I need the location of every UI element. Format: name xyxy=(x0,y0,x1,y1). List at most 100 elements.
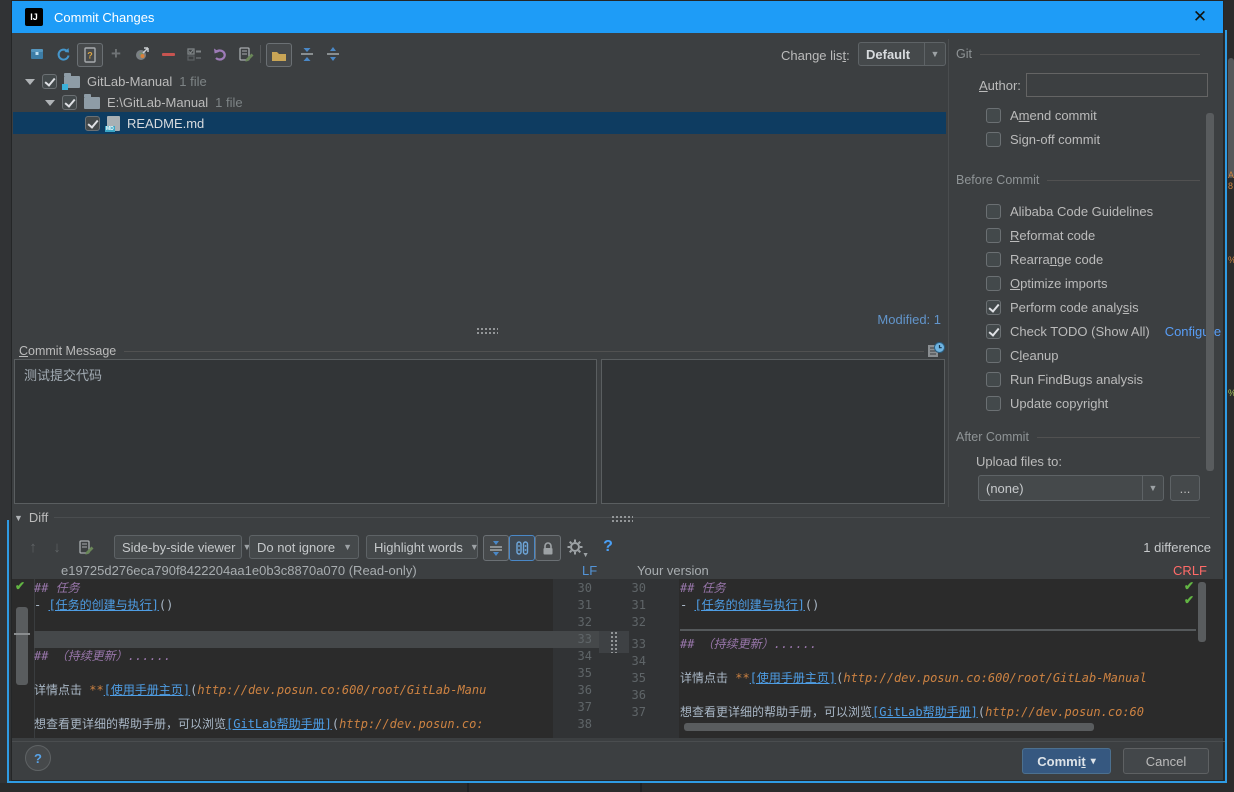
after-commit-section-header: After Commit xyxy=(956,430,1200,444)
background-code-fleck: A8 xyxy=(1228,170,1234,192)
commit-message-header: Commit Message xyxy=(19,344,924,358)
expand-all-button[interactable] xyxy=(295,43,319,65)
change-list-select[interactable]: Default ▼ xyxy=(858,42,946,66)
option-checkbox[interactable] xyxy=(986,324,1001,339)
collapse-arrow-icon[interactable]: ▼ xyxy=(14,513,23,523)
modified-count: Modified: 1 xyxy=(841,312,941,327)
ignore-whitespace-select[interactable]: Do not ignore▼ xyxy=(249,535,359,559)
rollback-button[interactable] xyxy=(208,43,232,65)
markdown-link[interactable]: [使用手册主页] xyxy=(750,671,836,685)
caret-row-highlight xyxy=(34,631,553,648)
window-title: Commit Changes xyxy=(54,10,154,25)
option-checkbox[interactable] xyxy=(986,108,1001,123)
changelist-checkbox[interactable] xyxy=(42,74,57,89)
markdown-link[interactable]: [任务的创建与执行] xyxy=(48,598,158,612)
option-checkbox[interactable] xyxy=(986,228,1001,243)
background-left-strip xyxy=(0,0,11,792)
background-divider xyxy=(640,783,642,792)
checkbox-option-row: Amend commit xyxy=(986,103,1100,127)
code-segment: http://dev.posun.co: xyxy=(339,717,484,731)
code-segment: http://dev.posun.co:600/root/GitLab-Manu… xyxy=(843,671,1146,685)
diff-left-lineend[interactable]: LF xyxy=(582,563,597,578)
diff-code-line: ## 任务 xyxy=(34,580,80,597)
background-code-fleck: % xyxy=(1228,388,1234,398)
expand-arrow-icon[interactable] xyxy=(25,79,35,85)
diff-right-pane[interactable]: ## 任务- [任务的创建与执行]()## （持续更新）......详情点击 *… xyxy=(680,579,1196,738)
left-editor-scrollbar[interactable] xyxy=(16,607,28,685)
markdown-link[interactable]: [使用手册主页] xyxy=(104,683,190,697)
panel-scrollbar[interactable] xyxy=(1206,113,1214,471)
commit-button[interactable]: Commit ▾ xyxy=(1022,748,1111,774)
author-input[interactable] xyxy=(1026,73,1208,97)
show-diff-button[interactable] xyxy=(25,43,49,65)
checkbox-option-row: Perform code analysis xyxy=(986,295,1221,319)
option-checkbox[interactable] xyxy=(986,396,1001,411)
option-label: Alibaba Code Guidelines xyxy=(1010,204,1153,219)
option-checkbox[interactable] xyxy=(986,132,1001,147)
diff-settings-button[interactable]: ▼ xyxy=(563,535,587,559)
collapse-all-button[interactable] xyxy=(321,43,345,65)
previous-difference-button[interactable]: ↑ xyxy=(21,535,45,559)
help-button[interactable]: ? xyxy=(25,745,51,771)
synchronize-scrolling-toggle[interactable] xyxy=(509,535,535,561)
next-difference-button[interactable]: ↓ xyxy=(45,535,69,559)
splitter-handle[interactable] xyxy=(611,515,633,522)
move-to-changelist-button[interactable] xyxy=(130,43,154,65)
group-by-directory-toggle[interactable] xyxy=(266,43,292,67)
line-number: 34 xyxy=(599,653,653,670)
splitter-handle[interactable] xyxy=(476,327,498,334)
add-button[interactable]: + xyxy=(104,43,128,65)
option-label: Rearrange code xyxy=(1010,252,1103,267)
markdown-link[interactable]: [任务的创建与执行] xyxy=(694,598,804,612)
option-checkbox[interactable] xyxy=(986,252,1001,267)
collapse-unchanged-button[interactable] xyxy=(483,535,509,561)
chevron-down-icon: ▾ xyxy=(1091,756,1096,767)
chest-icon xyxy=(29,46,45,62)
markdown-link[interactable]: [GitLab帮助手册] xyxy=(872,705,978,719)
ignore-whitespace-value: Do not ignore xyxy=(250,540,342,555)
cancel-button[interactable]: Cancel xyxy=(1123,748,1209,774)
tree-row-directory[interactable]: E:\GitLab-Manual 1 file xyxy=(45,92,243,113)
refresh-button[interactable] xyxy=(51,43,75,65)
diff-left-pane[interactable]: ## 任务- [任务的创建与执行]()## （持续更新）......详情点击 *… xyxy=(34,579,553,738)
markdown-link[interactable]: [GitLab帮助手册] xyxy=(226,717,332,731)
right-editor-scrollbar[interactable] xyxy=(1198,582,1206,642)
jump-to-source-button[interactable] xyxy=(74,535,98,559)
option-checkbox[interactable] xyxy=(986,276,1001,291)
line-number: 31 xyxy=(553,597,599,614)
option-checkbox[interactable] xyxy=(986,204,1001,219)
commit-message-editor[interactable]: 测试提交代码 xyxy=(14,359,597,504)
option-label: Update copyright xyxy=(1010,396,1108,411)
diff-help-button[interactable]: ? xyxy=(596,535,620,559)
diff-right-lineend[interactable]: CRLF xyxy=(1107,563,1207,578)
unversioned-file-icon: ? xyxy=(83,47,97,63)
tree-row-file[interactable]: README.md xyxy=(85,113,204,134)
option-checkbox[interactable] xyxy=(986,348,1001,363)
line-number: 35 xyxy=(553,665,599,682)
diff-right-title: Your version xyxy=(637,563,709,578)
show-unversioned-files-toggle[interactable]: ? xyxy=(77,43,103,67)
edit-source-button[interactable] xyxy=(234,43,258,65)
option-checkbox[interactable] xyxy=(986,300,1001,315)
checkbox-option-row: Cleanup xyxy=(986,343,1221,367)
disable-editing-toggle[interactable] xyxy=(535,535,561,561)
changelist-button[interactable] xyxy=(182,43,206,65)
background-scrollbar[interactable] xyxy=(1228,58,1234,178)
remove-button[interactable] xyxy=(156,43,180,65)
directory-checkbox[interactable] xyxy=(62,95,77,110)
diff-code-line: ## （持续更新）...... xyxy=(680,636,817,653)
file-checkbox[interactable] xyxy=(85,116,100,131)
expand-arrow-icon[interactable] xyxy=(45,100,55,106)
line-number: 34 xyxy=(553,648,599,665)
upload-files-select[interactable]: (none) ▼ xyxy=(978,475,1164,501)
highlight-mode-select[interactable]: Highlight words▼ xyxy=(366,535,478,559)
chevron-down-icon: ▼ xyxy=(1142,476,1163,500)
close-icon[interactable]: ✕ xyxy=(1189,6,1211,28)
right-editor-hscrollbar[interactable] xyxy=(684,723,1094,731)
tree-row-changelist[interactable]: GitLab-Manual 1 file xyxy=(25,71,207,92)
viewer-mode-select[interactable]: Side-by-side viewer▼ xyxy=(114,535,242,559)
title-bar[interactable]: IJ Commit Changes ✕ xyxy=(12,1,1223,33)
option-checkbox[interactable] xyxy=(986,372,1001,387)
upload-more-button[interactable]: ... xyxy=(1170,475,1200,501)
toolbar-separator xyxy=(260,45,261,63)
